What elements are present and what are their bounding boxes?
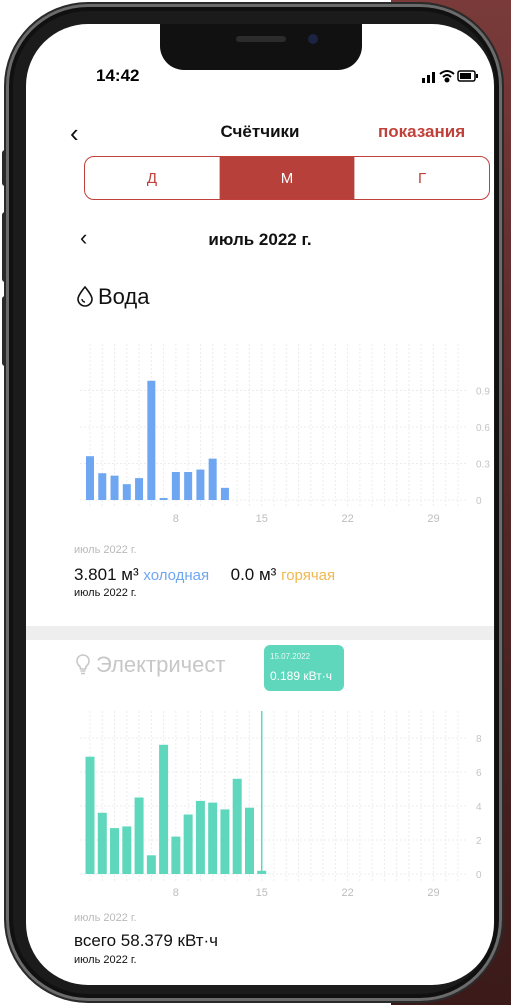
elec-bar (146, 855, 156, 874)
elec-bar (171, 836, 181, 874)
elec-y-tick-label: 0 (476, 870, 482, 881)
tooltip-value: 0.189 кВт·ч (270, 669, 332, 683)
electricity-summary-date: июль 2022 г. (74, 954, 137, 966)
elec-y-tick-label: 8 (476, 734, 482, 745)
elec-x-tick-label: 29 (427, 887, 439, 899)
phone-frame: 14:42 ‹ Счётчики показания Д М Г ‹ июль … (6, 4, 502, 1001)
elec-bar (110, 828, 120, 874)
elec-bar (134, 797, 144, 874)
elec-x-tick-label: 22 (341, 887, 353, 899)
elec-bar (159, 744, 169, 874)
elec-y-tick-label: 4 (476, 802, 482, 813)
electricity-total: всего 58.379 кВт·ч (74, 931, 219, 950)
elec-bar (122, 826, 132, 874)
elec-x-tick-label: 15 (256, 887, 268, 899)
elec-y-tick-label: 6 (476, 768, 482, 779)
elec-bar (85, 756, 95, 874)
chart-tooltip: 15.07.2022 0.189 кВт·ч (264, 645, 344, 691)
electricity-chart: 8 6 4 2 0 8 15 22 29 (80, 711, 482, 899)
elec-bar (244, 807, 254, 874)
elec-bar (183, 814, 193, 874)
tooltip-date: 15.07.2022 (270, 652, 311, 661)
elec-bar (208, 802, 218, 874)
elec-bar (97, 812, 107, 874)
elec-bar (232, 778, 242, 874)
elec-bar (220, 809, 230, 874)
app-screen: 14:42 ‹ Счётчики показания Д М Г ‹ июль … (26, 24, 494, 985)
elec-y-tick-label: 2 (476, 836, 482, 847)
elec-bar (195, 800, 205, 874)
electricity-chart-caption: июль 2022 г. (74, 912, 137, 924)
elec-x-tick-label: 8 (173, 887, 179, 899)
